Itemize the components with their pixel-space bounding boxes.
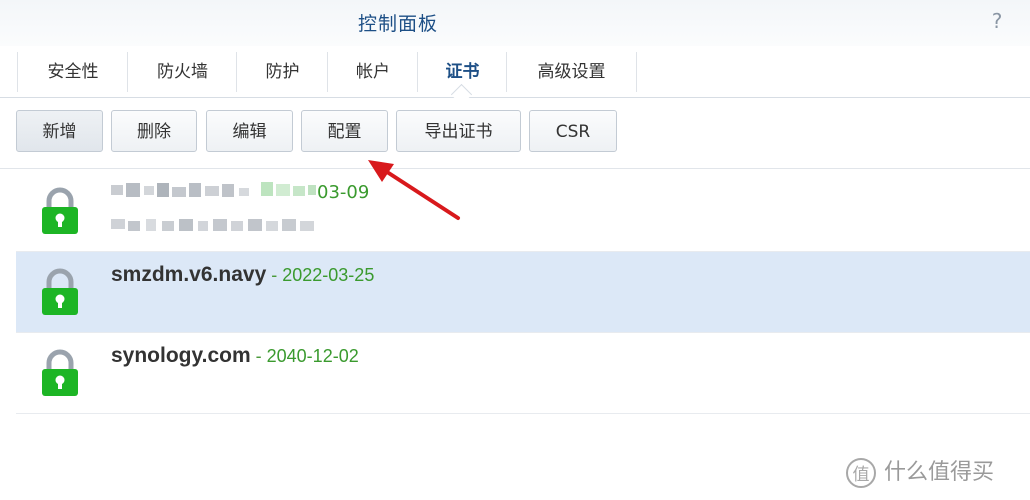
- lock-icon: [42, 187, 78, 234]
- watermark-text: 什么值得买: [884, 460, 995, 485]
- window-header: 控制面板 ?: [0, 0, 1030, 46]
- export-certificate-button[interactable]: 导出证书: [396, 110, 521, 152]
- tab-protection[interactable]: 防护: [236, 52, 328, 92]
- certificate-row-selected[interactable]: smzdm.v6.navy - 2022-03-25: [16, 252, 1030, 333]
- tab-bar: 安全性 防火墙 防护 帐户 证书 高级设置: [0, 46, 1030, 106]
- window-title: 控制面板: [357, 13, 438, 35]
- toolbar: 新增 删除 编辑 配置 导出证书 CSR: [0, 98, 1030, 169]
- watermark: 值什么值得买: [846, 454, 1024, 492]
- tab-account[interactable]: 帐户: [327, 52, 418, 92]
- help-icon[interactable]: ?: [986, 8, 1008, 34]
- delete-button[interactable]: 删除: [111, 110, 197, 152]
- certificate-row[interactable]: 03-09: [16, 171, 1030, 252]
- certificate-row[interactable]: synology.com - 2040-12-02: [16, 333, 1030, 414]
- tab-security[interactable]: 安全性: [17, 52, 128, 92]
- certificate-name: smzdm.v6.navy: [111, 263, 267, 286]
- edit-button[interactable]: 编辑: [206, 110, 293, 152]
- certificate-date: 2022-03-25: [282, 265, 375, 285]
- certificate-separator: -: [250, 346, 267, 366]
- configure-button[interactable]: 配置: [301, 110, 388, 152]
- tab-firewall[interactable]: 防火墙: [127, 52, 237, 92]
- tab-advanced[interactable]: 高级设置: [506, 52, 637, 92]
- lock-icon: [42, 349, 78, 396]
- certificate-name: synology.com: [111, 344, 251, 367]
- csr-button[interactable]: CSR: [529, 110, 617, 152]
- certificate-label: smzdm.v6.navy - 2022-03-25: [111, 263, 374, 287]
- add-button[interactable]: 新增: [16, 110, 103, 152]
- certificate-date: 2040-12-02: [266, 346, 359, 366]
- annotation-arrow-icon: [368, 160, 460, 220]
- certificate-label: synology.com - 2040-12-02: [111, 344, 359, 368]
- watermark-logo-icon: 值: [846, 458, 876, 488]
- certificate-list: 03-09 smzdm.v6.navy - 2022-03-25 synolog…: [16, 171, 1030, 414]
- certificate-separator: -: [266, 265, 283, 285]
- lock-icon: [42, 268, 78, 315]
